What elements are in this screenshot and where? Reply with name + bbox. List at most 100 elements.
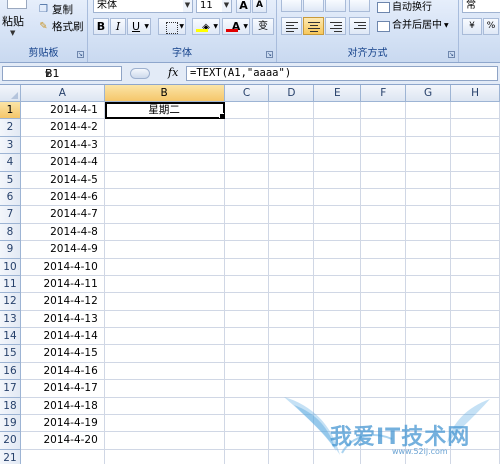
column-header-h[interactable]: H xyxy=(451,85,500,102)
cell[interactable] xyxy=(451,415,500,433)
cell[interactable] xyxy=(224,293,270,311)
cell[interactable] xyxy=(224,345,270,363)
chevron-down-icon[interactable]: ▼ xyxy=(10,29,15,37)
cell[interactable] xyxy=(224,102,270,120)
cell[interactable] xyxy=(224,415,270,433)
row-header[interactable]: 15 xyxy=(0,345,21,363)
cell[interactable] xyxy=(269,310,315,329)
cell[interactable] xyxy=(406,328,452,346)
cell[interactable] xyxy=(406,188,452,207)
cell[interactable] xyxy=(314,223,362,242)
cell[interactable] xyxy=(224,432,270,450)
chevron-down-icon[interactable]: ▼ xyxy=(45,68,120,81)
cell-b[interactable] xyxy=(104,415,225,433)
cell[interactable] xyxy=(451,328,500,346)
cell-a[interactable]: 2014-4-8 xyxy=(20,223,105,242)
cell[interactable] xyxy=(224,275,270,294)
cell[interactable] xyxy=(406,102,452,120)
cell[interactable] xyxy=(269,258,315,276)
cell-a[interactable]: 2014-4-2 xyxy=(20,119,105,137)
cell[interactable] xyxy=(451,206,500,224)
cell-a[interactable]: 2014-4-5 xyxy=(20,171,105,189)
column-header-c[interactable]: C xyxy=(224,85,270,102)
number-format-combo[interactable]: 常 xyxy=(462,0,500,13)
cell[interactable] xyxy=(269,275,315,294)
row-header[interactable]: 17 xyxy=(0,380,21,398)
row-header[interactable]: 7 xyxy=(0,206,21,224)
cell[interactable] xyxy=(406,345,452,363)
merge-center-button[interactable]: 合并后居中 ▼ xyxy=(377,18,457,34)
cell-a[interactable]: 2014-4-19 xyxy=(20,415,105,433)
chevron-down-icon[interactable]: ▼ xyxy=(222,0,231,12)
cell[interactable] xyxy=(361,415,407,433)
cell[interactable] xyxy=(314,136,362,155)
cell[interactable] xyxy=(451,154,500,172)
cell[interactable] xyxy=(361,258,407,276)
cell[interactable] xyxy=(406,449,452,464)
cell[interactable] xyxy=(451,397,500,416)
cell-b[interactable] xyxy=(104,293,225,311)
cell[interactable] xyxy=(224,397,270,416)
cell[interactable] xyxy=(225,449,270,464)
cell[interactable] xyxy=(361,432,407,450)
cell[interactable] xyxy=(361,136,407,155)
chevron-down-icon[interactable]: ▼ xyxy=(183,0,192,12)
cell[interactable] xyxy=(224,310,270,329)
cell[interactable] xyxy=(224,119,270,137)
grow-font-button[interactable]: A xyxy=(236,0,251,13)
cell[interactable] xyxy=(451,293,500,311)
cell-a[interactable]: 2014-4-1 xyxy=(20,102,105,120)
cell-a[interactable]: 2014-4-18 xyxy=(20,397,105,416)
cell[interactable] xyxy=(314,241,362,259)
cell-a[interactable]: 2014-4-12 xyxy=(20,293,105,311)
align-left-button[interactable] xyxy=(281,17,302,35)
cell[interactable] xyxy=(451,223,500,242)
cell[interactable] xyxy=(269,432,315,450)
cell[interactable] xyxy=(406,136,452,155)
shrink-font-button[interactable]: A xyxy=(252,0,267,13)
cell[interactable] xyxy=(361,275,407,294)
cell-a[interactable]: 2014-4-13 xyxy=(20,310,105,329)
chevron-down-icon[interactable]: ▼ xyxy=(444,18,449,34)
italic-button[interactable]: I xyxy=(110,18,126,35)
formula-bar-handle[interactable] xyxy=(130,68,150,79)
cell[interactable] xyxy=(314,345,362,363)
font-size-combo[interactable]: 11 ▼ xyxy=(196,0,232,13)
format-painter-button[interactable]: ✎ 格式刷 xyxy=(38,18,83,34)
cell[interactable] xyxy=(361,154,407,172)
indent-button[interactable] xyxy=(349,17,370,35)
wrap-text-button[interactable]: 自动换行 xyxy=(377,0,455,14)
cell[interactable] xyxy=(269,449,315,464)
cell[interactable] xyxy=(406,241,452,259)
cell[interactable] xyxy=(224,362,270,381)
cell[interactable] xyxy=(314,415,362,433)
cell[interactable] xyxy=(451,310,500,329)
cell-a[interactable]: 2014-4-14 xyxy=(20,328,105,346)
cell[interactable] xyxy=(314,102,362,120)
cell[interactable] xyxy=(361,345,407,363)
cell[interactable] xyxy=(269,206,315,224)
cell[interactable] xyxy=(269,223,315,242)
row-header[interactable]: 8 xyxy=(0,223,21,242)
cell-a[interactable]: 2014-4-6 xyxy=(20,188,105,207)
cell[interactable] xyxy=(314,119,362,137)
cell-b[interactable] xyxy=(104,380,225,398)
cell-b[interactable] xyxy=(104,136,225,155)
column-header-f[interactable]: F xyxy=(361,85,407,102)
cell[interactable] xyxy=(361,241,407,259)
column-header-a[interactable]: A xyxy=(20,85,105,102)
insert-function-icon[interactable]: fx xyxy=(168,66,178,79)
cell[interactable] xyxy=(406,310,452,329)
cell[interactable] xyxy=(361,449,407,464)
cell[interactable] xyxy=(314,449,362,464)
cell-a[interactable]: 2014-4-7 xyxy=(20,206,105,224)
row-header[interactable]: 5 xyxy=(0,171,21,189)
cell-b[interactable] xyxy=(104,119,225,137)
cell[interactable] xyxy=(406,275,452,294)
borders-button[interactable]: ▼ xyxy=(158,18,186,35)
cell[interactable] xyxy=(361,397,407,416)
cell[interactable] xyxy=(361,310,407,329)
cell-a[interactable]: 2014-4-15 xyxy=(20,345,105,363)
cell[interactable] xyxy=(451,241,500,259)
cell[interactable] xyxy=(269,241,315,259)
